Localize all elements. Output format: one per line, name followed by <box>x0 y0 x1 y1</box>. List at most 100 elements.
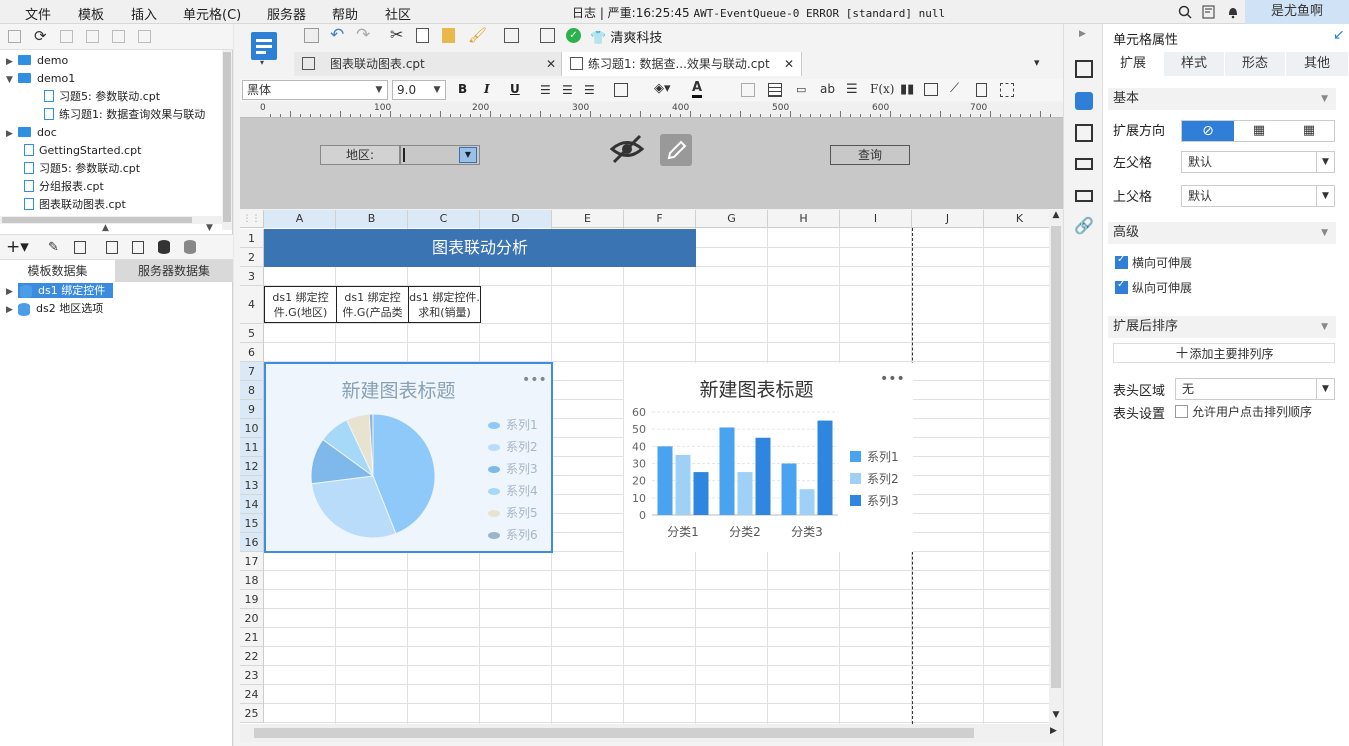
preview-icon[interactable] <box>106 241 118 254</box>
tree-item[interactable]: GettingStarted.cpt <box>24 142 141 160</box>
product-header-cell[interactable]: ds1 绑定控件.G(产品类型) <box>336 286 409 323</box>
horizontal-scrollbar[interactable]: ▶ <box>240 724 1063 742</box>
tree-item[interactable]: 图表联动图表.cpt <box>24 196 126 214</box>
chevron-right-icon[interactable]: ▶ <box>6 53 18 71</box>
bar-chart[interactable]: 新建图表标题 ••• 0 10 20 30 40 50 60 分类1 分类2 分类3 系列1 系列2 系… <box>624 363 913 552</box>
row-header-22[interactable]: 22 <box>240 647 264 666</box>
row-header-2[interactable]: 2 <box>240 248 264 267</box>
tree-item[interactable]: 习题5: 参数联动.cpt <box>24 160 140 178</box>
table-icon[interactable] <box>768 83 782 97</box>
region-dropdown[interactable]: ▼ <box>400 145 480 165</box>
row-header-1[interactable]: 1 <box>240 229 264 248</box>
redo-icon[interactable]: ↷ <box>356 25 370 45</box>
align-center-icon[interactable]: ☰ <box>562 83 573 97</box>
legend-swatch[interactable] <box>850 473 861 484</box>
menu-template[interactable]: 模板 <box>78 4 104 23</box>
float-element-icon[interactable] <box>1075 124 1093 142</box>
search-icon[interactable] <box>1176 3 1194 21</box>
legend-item[interactable]: 系列6 <box>488 526 538 543</box>
v-extend-checkbox[interactable]: 纵向可伸展 <box>1115 279 1192 296</box>
h-extend-checkbox[interactable]: 横向可伸展 <box>1115 254 1192 271</box>
chart-icon[interactable]: ▮▮ <box>900 82 914 97</box>
edit-icon[interactable]: ✎ <box>48 240 59 255</box>
link-icon[interactable]: 🔗 <box>1074 216 1094 235</box>
cell-border-icon[interactable] <box>1000 83 1014 97</box>
tab-style[interactable]: 样式 <box>1164 52 1225 76</box>
tab-file-1[interactable]: 图表联动图表.cpt ✕ <box>294 52 562 76</box>
section-basic[interactable]: 基本 ▼ <box>1108 88 1336 110</box>
column-header-i[interactable]: I <box>840 210 912 228</box>
legend-swatch[interactable] <box>850 495 861 506</box>
row-header-4[interactable]: 4 <box>240 286 264 324</box>
lock-icon[interactable] <box>86 30 99 43</box>
menu-help[interactable]: 帮助 <box>332 4 358 23</box>
tab-form[interactable]: 形态 <box>1225 52 1286 76</box>
horizontal-expand-icon[interactable]: ▦ <box>1284 121 1334 141</box>
open-icon[interactable] <box>60 30 73 43</box>
section-sort[interactable]: 扩展后排序 ▼ <box>1108 316 1336 338</box>
align-right-icon[interactable]: ☰ <box>584 83 595 97</box>
refresh-icon[interactable]: ⟳ <box>34 27 47 45</box>
column-header-d[interactable]: D <box>480 210 552 228</box>
menu-file[interactable]: 文件 <box>25 4 51 23</box>
scroll-right-icon[interactable]: ▶ <box>1050 726 1057 736</box>
server-dataset-icon[interactable] <box>132 241 144 254</box>
font-family-select[interactable]: 黑体 ▼ <box>242 80 388 100</box>
row-header-24[interactable]: 24 <box>240 685 264 704</box>
tab-file-2[interactable]: 练习题1: 数据查...效果与联动.cpt ✕ <box>562 52 802 76</box>
bar[interactable] <box>657 446 673 515</box>
tab-expand[interactable]: 扩展 <box>1103 52 1164 76</box>
column-header-j[interactable]: J <box>912 210 984 228</box>
widget-icon[interactable] <box>1075 158 1093 170</box>
dataset-item[interactable]: ▶ ds1 绑定控件 <box>6 282 114 301</box>
copy-cell-icon[interactable] <box>416 28 429 43</box>
tree-item[interactable]: ▶ doc <box>6 124 57 142</box>
new-folder-icon[interactable] <box>8 30 21 43</box>
bar[interactable] <box>781 463 797 516</box>
row-header-6[interactable]: 6 <box>240 343 264 362</box>
tree-item[interactable]: 习题5: 参数联动.cpt <box>44 88 160 106</box>
eye-hidden-icon[interactable] <box>609 134 645 167</box>
bar[interactable] <box>693 472 709 515</box>
merge-icon[interactable] <box>741 83 755 97</box>
widget-settings-icon[interactable] <box>1075 60 1093 78</box>
pie-chart[interactable]: 新建图表标题 ••• 系列1 系列2 系列3 系列4 系列5 系列6 <box>264 362 553 553</box>
bar[interactable] <box>737 472 753 515</box>
tab-server-dataset[interactable]: 服务器数据集 <box>115 260 233 282</box>
template-icon[interactable]: ▾ <box>248 30 282 67</box>
cut-icon[interactable]: ✂ <box>390 25 403 44</box>
slash-icon[interactable]: ⟋ <box>950 81 959 96</box>
menu-community[interactable]: 社区 <box>385 4 411 23</box>
bar[interactable] <box>799 489 815 515</box>
select-all-corner[interactable]: ⋮⋮ <box>240 210 264 228</box>
database-settings-icon[interactable] <box>184 240 196 254</box>
delete-icon[interactable] <box>112 30 125 43</box>
fill-color-icon[interactable]: ◈▾ <box>654 81 671 96</box>
list-icon[interactable]: ☰ <box>846 82 858 97</box>
underline-button[interactable]: U <box>510 82 520 96</box>
collapse-down-icon[interactable]: ▼ <box>206 223 213 233</box>
row-header-23[interactable]: 23 <box>240 666 264 685</box>
column-header-g[interactable]: G <box>696 210 768 228</box>
allow-sort-checkbox[interactable]: 允许用户点击排列顺序 <box>1175 403 1312 420</box>
copy-icon[interactable] <box>138 30 151 43</box>
font-size-select[interactable]: 9.0 ▼ <box>392 80 446 100</box>
row-header-15[interactable]: 15 <box>240 514 264 533</box>
row-header-8[interactable]: 8 <box>240 381 264 400</box>
chevron-right-icon[interactable]: ▶ <box>6 283 18 301</box>
menu-insert[interactable]: 插入 <box>131 4 157 23</box>
chevron-down-icon[interactable]: ▼ <box>6 71 18 89</box>
row-header-5[interactable]: 5 <box>240 324 264 343</box>
italic-button[interactable]: I <box>484 82 490 96</box>
tree-item[interactable]: ▼ demo1 <box>6 70 75 88</box>
formula-icon[interactable]: F(x) <box>870 82 894 96</box>
user-name[interactable]: 是尤鱼啊 <box>1245 0 1349 24</box>
bold-button[interactable]: B <box>458 82 467 96</box>
cell-attr-icon[interactable] <box>1075 92 1093 110</box>
save-icon[interactable] <box>304 28 319 43</box>
bar[interactable] <box>755 437 771 515</box>
row-header-25[interactable]: 25 <box>240 704 264 723</box>
row-header-12[interactable]: 12 <box>240 457 264 476</box>
column-header-e[interactable]: E <box>552 210 624 228</box>
chevron-down-icon[interactable]: ▼ <box>459 147 477 163</box>
